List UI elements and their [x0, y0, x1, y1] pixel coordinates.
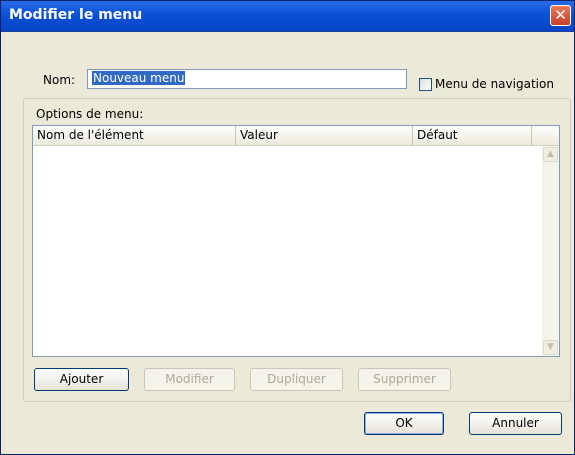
dialog-window: Modifier le menu ✕ Nom: Nouveau menu Men…	[0, 0, 575, 455]
column-header-value[interactable]: Valeur	[236, 126, 413, 146]
scroll-up-button[interactable]: ▲	[543, 147, 558, 162]
delete-button[interactable]: Supprimer	[358, 368, 451, 391]
window-title: Modifier le menu	[9, 7, 143, 23]
add-button[interactable]: Ajouter	[34, 368, 129, 391]
column-header-spacer	[532, 126, 559, 146]
ok-button[interactable]: OK	[364, 412, 444, 435]
name-input[interactable]: Nouveau menu	[87, 69, 407, 89]
list-header: Nom de l'élément Valeur Défaut	[33, 126, 559, 146]
vertical-scrollbar[interactable]: ▲ ▼	[542, 146, 559, 356]
menu-options-label: Options de menu:	[36, 107, 144, 121]
navigation-menu-label[interactable]: Menu de navigation	[435, 77, 554, 91]
title-bar[interactable]: Modifier le menu ✕	[1, 1, 574, 32]
cancel-button[interactable]: Annuler	[469, 412, 562, 435]
name-label: Nom:	[43, 73, 76, 87]
chevron-up-icon: ▲	[547, 149, 554, 159]
chevron-down-icon: ▼	[547, 342, 554, 352]
name-input-value: Nouveau menu	[92, 71, 186, 85]
column-header-default[interactable]: Défaut	[413, 126, 532, 146]
modify-button[interactable]: Modifier	[144, 368, 235, 391]
close-icon: ✕	[554, 6, 567, 24]
scroll-down-button[interactable]: ▼	[543, 340, 558, 355]
navigation-menu-checkbox[interactable]	[419, 78, 432, 91]
column-header-item-name[interactable]: Nom de l'élément	[33, 126, 236, 146]
close-button[interactable]: ✕	[550, 5, 571, 26]
duplicate-button[interactable]: Dupliquer	[250, 368, 343, 391]
menu-items-list[interactable]: Nom de l'élément Valeur Défaut ▲ ▼	[32, 125, 560, 357]
